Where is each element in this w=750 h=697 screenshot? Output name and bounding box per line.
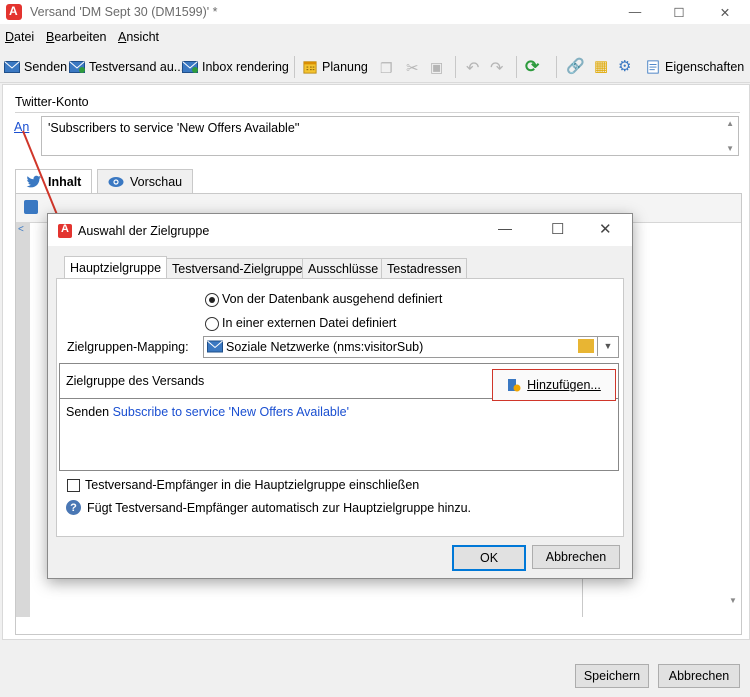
- target-entry-prefix: Senden: [66, 405, 110, 419]
- include-proof-label: Testversand-Empfänger in die Hauptzielgr…: [85, 478, 420, 492]
- mapping-label: Zielgruppen-Mapping:: [67, 340, 189, 354]
- tab-main-target[interactable]: Hauptzielgruppe: [64, 256, 168, 279]
- target-entry[interactable]: Senden Subscribe to service 'New Offers …: [66, 405, 349, 419]
- target-selection-dialog: A Auswahl der Zielgruppe — ☐ ✕ Hauptziel…: [47, 213, 633, 579]
- help-text: Fügt Testversand-Empfänger automatisch z…: [87, 501, 472, 515]
- add-target-icon: [508, 379, 521, 392]
- help-icon: ?: [66, 500, 81, 515]
- folder-icon[interactable]: [578, 339, 594, 353]
- dialog-title-bar: A Auswahl der Zielgruppe — ☐ ✕: [48, 214, 632, 246]
- dialog-maximize-button[interactable]: ☐: [551, 220, 564, 238]
- radio-from-database[interactable]: [205, 293, 219, 307]
- delivery-target-header: Zielgruppe des Versands Hinzufügen...: [60, 364, 618, 401]
- radio-from-database-label: Von der Datenbank ausgehend definiert: [222, 292, 443, 306]
- radio-external-file[interactable]: [205, 317, 219, 331]
- dialog-title: Auswahl der Zielgruppe: [78, 224, 210, 238]
- app-logo-icon: A: [58, 223, 72, 238]
- tab-exclusions[interactable]: Ausschlüsse: [302, 258, 385, 279]
- dialog-cancel-button[interactable]: Abbrechen: [532, 545, 620, 569]
- ok-button[interactable]: OK: [452, 545, 526, 571]
- main-target-panel: Von der Datenbank ausgehend definiert In…: [56, 278, 624, 537]
- add-button[interactable]: Hinzufügen...: [492, 369, 616, 401]
- envelope-icon: [207, 340, 223, 353]
- target-entry-link[interactable]: Subscribe to service 'New Offers Availab…: [113, 405, 349, 419]
- chevron-down-icon[interactable]: ▼: [597, 336, 618, 356]
- mapping-value: Soziale Netzwerke (nms:visitorSub): [226, 340, 424, 354]
- include-proof-checkbox[interactable]: [67, 479, 80, 492]
- dialog-minimize-button[interactable]: —: [498, 220, 512, 236]
- dialog-close-button[interactable]: ✕: [599, 220, 612, 238]
- tab-proof-target[interactable]: Testversand-Zielgruppe: [166, 258, 309, 279]
- mapping-select[interactable]: Soziale Netzwerke (nms:visitorSub) ▼: [203, 336, 619, 358]
- delivery-target-box: Zielgruppe des Versands Hinzufügen... Se…: [59, 363, 619, 471]
- tab-seed-addresses[interactable]: Testadressen: [381, 258, 468, 279]
- radio-external-file-label: In einer externen Datei definiert: [222, 316, 397, 330]
- delivery-target-heading: Zielgruppe des Versands: [66, 374, 205, 388]
